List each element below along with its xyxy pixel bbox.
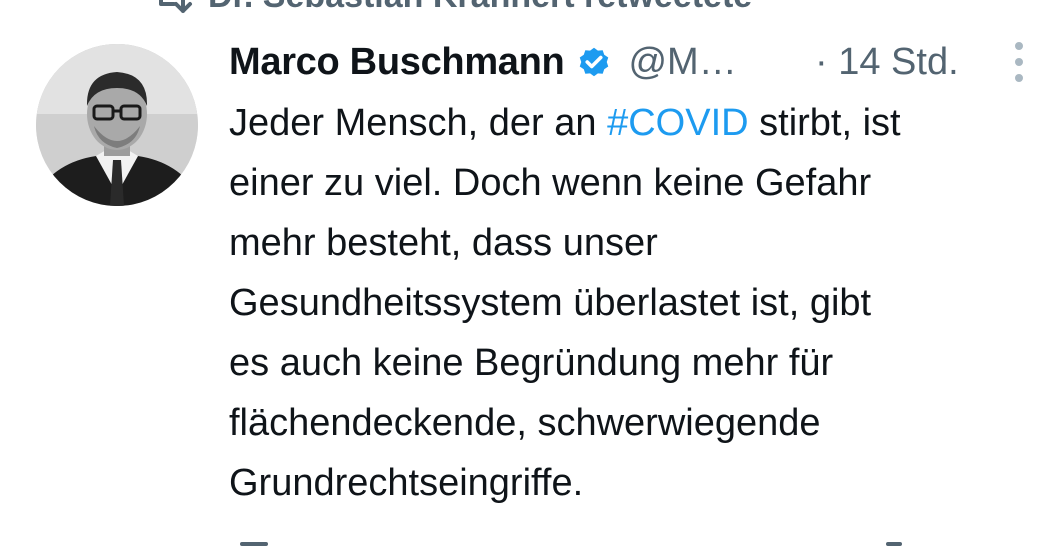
action-bar-partial [240, 538, 940, 546]
avatar-photo [36, 44, 198, 206]
hashtag-link[interactable]: #COVID [607, 102, 748, 144]
tweet-header: Marco Buschmann @M… · 14 Std. [229, 38, 1039, 86]
retweet-context[interactable]: Dr. Sebastian Krannert retweetete [150, 0, 752, 16]
author-handle[interactable]: @M… [628, 41, 736, 84]
tweet-text: Jeder Mensch, der an #COVID stirbt, ist … [229, 93, 1039, 513]
tweet-timestamp[interactable]: · 14 Std. [815, 41, 959, 84]
retweet-icon [159, 0, 192, 13]
more-options-icon[interactable] [1007, 40, 1031, 84]
author-name[interactable]: Marco Buschmann [229, 41, 565, 84]
avatar[interactable] [36, 44, 198, 206]
tweet-text-start: Jeder Mensch, der an [229, 102, 608, 144]
retweet-label: Dr. Sebastian Krannert retweetete [208, 0, 752, 16]
tweet-text-end: stirbt, ist einer zu viel. Doch wenn kei… [229, 102, 901, 504]
verified-badge-icon [580, 47, 609, 77]
